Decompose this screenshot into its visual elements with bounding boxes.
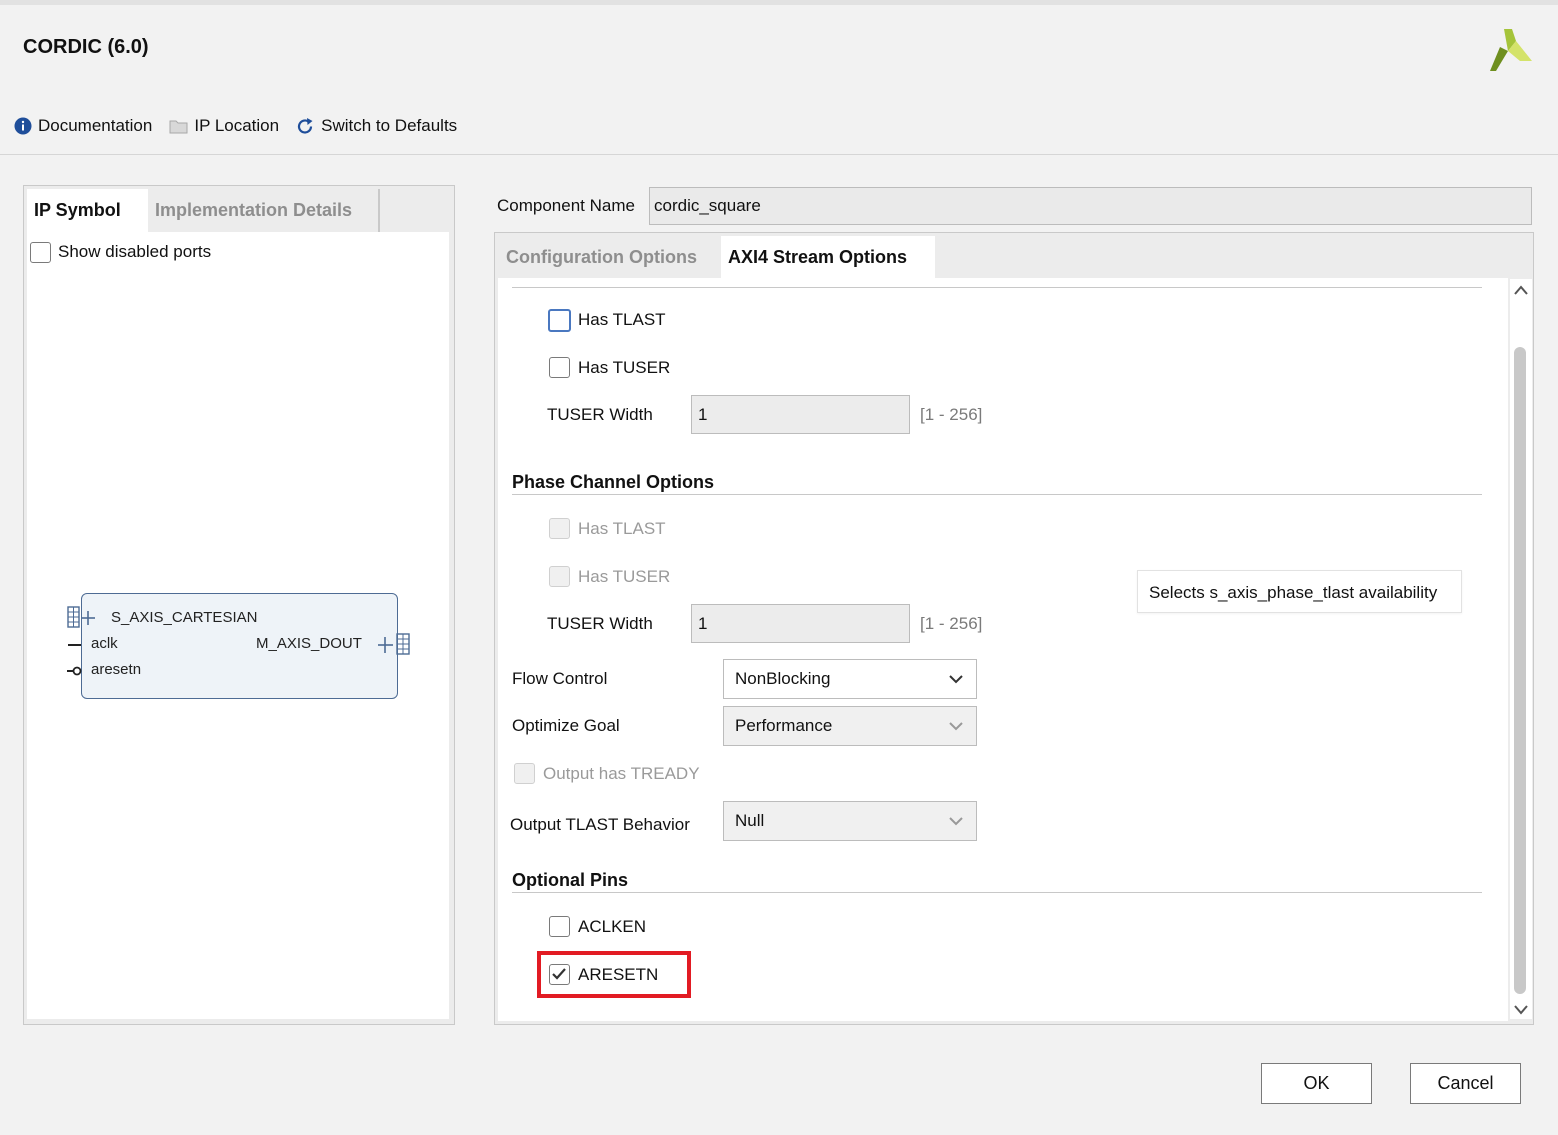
tab-axi4-stream-options[interactable]: AXI4 Stream Options: [721, 236, 935, 278]
scroll-up-icon[interactable]: [1512, 283, 1530, 297]
flow-control-value: NonBlocking: [735, 669, 831, 688]
bus-interface-icon: [378, 633, 410, 655]
phase-tuser-width-input[interactable]: 1: [691, 604, 910, 643]
chevron-down-icon: [949, 722, 963, 731]
tab-ip-symbol[interactable]: IP Symbol: [27, 189, 148, 232]
port-s-axis-cartesian: S_AXIS_CARTESIAN: [111, 609, 258, 626]
component-name-label: Component Name: [497, 196, 635, 215]
section-divider: [512, 892, 1482, 893]
output-tlast-select[interactable]: Null: [723, 801, 977, 841]
phase-has-tlast-checkbox[interactable]: [549, 518, 570, 539]
dialog-title: CORDIC (6.0): [23, 36, 149, 58]
axi4-options-body: [498, 278, 1508, 1021]
chevron-down-icon: [949, 817, 963, 826]
switch-to-defaults-label: Switch to Defaults: [321, 116, 458, 135]
optimize-goal-label: Optimize Goal: [512, 716, 620, 735]
phase-tuser-range: [1 - 256]: [920, 614, 983, 633]
tab-configuration-options[interactable]: Configuration Options: [497, 236, 721, 278]
phase-has-tlast-label: Has TLAST: [578, 519, 666, 538]
section-divider: [512, 494, 1482, 495]
tab-implementation-details[interactable]: Implementation Details: [148, 189, 380, 232]
section-divider: [512, 287, 1482, 288]
ip-location-button[interactable]: IP Location: [169, 116, 279, 136]
flow-control-label: Flow Control: [512, 669, 608, 688]
phase-channel-heading: Phase Channel Options: [512, 472, 715, 492]
output-tready-checkbox[interactable]: [514, 763, 535, 784]
aclken-label: ACLKEN: [578, 917, 647, 936]
port-m-axis-dout: M_AXIS_DOUT: [256, 635, 362, 652]
optimize-goal-select[interactable]: Performance: [723, 706, 977, 746]
ip-location-label: IP Location: [194, 116, 280, 135]
cartesian-tuser-width-label: TUSER Width: [547, 405, 653, 424]
scrollbar-thumb[interactable]: [1514, 347, 1526, 994]
cartesian-tuser-range: [1 - 256]: [920, 405, 983, 424]
component-name-input[interactable]: cordic_square: [649, 187, 1532, 225]
port-aresetn: aresetn: [91, 661, 142, 678]
documentation-button[interactable]: Documentation: [14, 116, 152, 136]
scroll-down-icon[interactable]: [1512, 1003, 1530, 1017]
output-tready-label: Output has TREADY: [543, 764, 700, 783]
switch-to-defaults-button[interactable]: Switch to Defaults: [296, 116, 457, 136]
documentation-label: Documentation: [38, 116, 153, 135]
clock-pin-icon: [68, 644, 81, 646]
dialog-toolbar: Documentation IP Location Switch to Defa…: [14, 114, 474, 138]
flow-control-select[interactable]: NonBlocking: [723, 659, 977, 699]
optimize-goal-value: Performance: [735, 716, 833, 735]
cartesian-has-tuser-checkbox[interactable]: [549, 357, 570, 378]
info-icon: [14, 117, 32, 135]
chevron-down-icon: [949, 675, 963, 684]
phase-has-tuser-checkbox[interactable]: [549, 566, 570, 587]
aresetn-highlight-box: [537, 951, 691, 998]
reset-pin-icon: [67, 666, 82, 676]
phase-has-tuser-label: Has TUSER: [578, 567, 671, 586]
cartesian-has-tlast-label: Has TLAST: [578, 310, 666, 329]
show-disabled-ports-label: Show disabled ports: [58, 242, 212, 261]
show-disabled-ports-checkbox[interactable]: [30, 242, 51, 263]
window-top-border: [0, 0, 1558, 5]
output-tlast-label: Output TLAST Behavior: [510, 815, 690, 834]
folder-icon: [169, 120, 188, 133]
cartesian-has-tlast-checkbox[interactable]: [548, 309, 571, 332]
ok-button[interactable]: OK: [1261, 1063, 1372, 1104]
port-aclk: aclk: [91, 635, 118, 652]
cartesian-tuser-width-input[interactable]: 1: [691, 395, 910, 434]
bus-interface-icon: [67, 606, 95, 628]
phase-tuser-width-label: TUSER Width: [547, 614, 653, 633]
output-tlast-value: Null: [735, 811, 765, 830]
optional-pins-heading: Optional Pins: [512, 870, 629, 890]
vivado-logo-icon: [1490, 29, 1532, 71]
cancel-button[interactable]: Cancel: [1410, 1063, 1521, 1104]
toolbar-divider: [0, 154, 1558, 155]
tooltip: Selects s_axis_phase_tlast availability: [1137, 570, 1462, 613]
refresh-icon: [298, 117, 313, 134]
cartesian-has-tuser-label: Has TUSER: [578, 358, 671, 377]
aclken-checkbox[interactable]: [549, 916, 570, 937]
